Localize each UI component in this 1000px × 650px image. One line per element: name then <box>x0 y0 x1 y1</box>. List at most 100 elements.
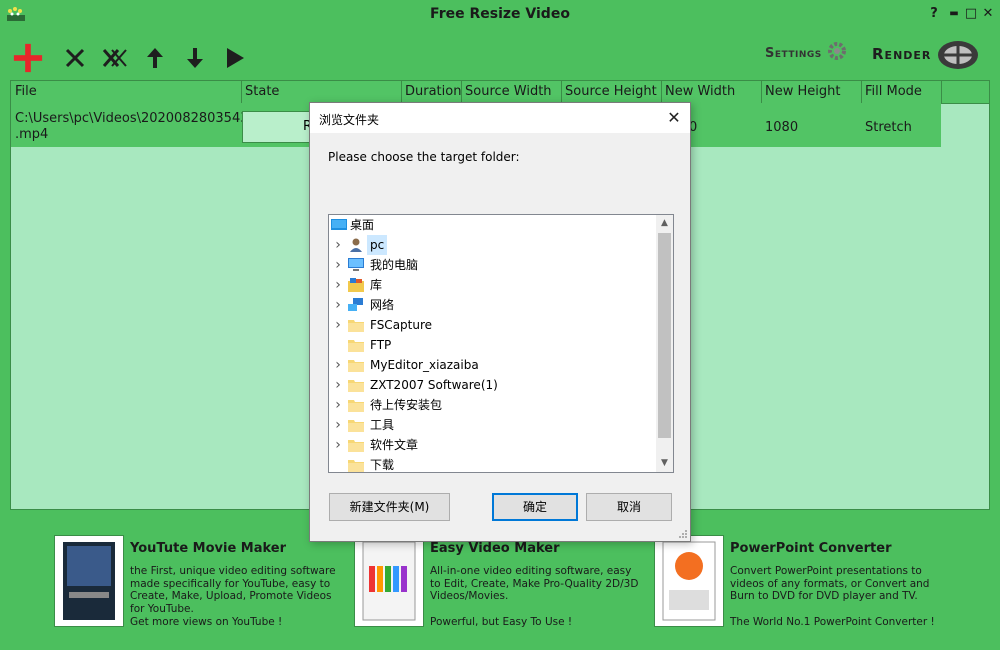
tree-item-label: 工具 <box>370 418 395 432</box>
double-x-icon <box>102 49 127 67</box>
remove-all-button[interactable] <box>99 42 131 74</box>
col-new-height[interactable]: New Height <box>765 84 840 99</box>
maximize-button[interactable]: □ <box>963 6 979 21</box>
tree-scrollbar[interactable]: ▲ ▼ <box>656 215 673 472</box>
dialog-title: 浏览文件夹 <box>319 113 380 127</box>
promo-desc: Convert PowerPoint presentations to vide… <box>730 565 930 603</box>
dialog-close-button[interactable]: ✕ <box>660 106 688 130</box>
play-icon <box>227 48 244 68</box>
folder-icon <box>348 318 364 332</box>
tree-item[interactable]: › MyEditor_xiazaiba <box>329 355 657 375</box>
tree-item[interactable]: 桌面 <box>329 215 657 235</box>
resize-grip-icon[interactable] <box>678 529 688 539</box>
play-button[interactable] <box>219 42 251 74</box>
scroll-up-icon[interactable]: ▲ <box>656 215 673 232</box>
new-height-value: 1080 <box>765 120 799 135</box>
chevron-right-icon[interactable]: › <box>333 435 343 455</box>
tree-item[interactable]: › 软件文章 <box>329 435 657 455</box>
scroll-down-icon[interactable]: ▼ <box>656 455 673 472</box>
tree-item-label: ZXT2007 Software(1) <box>370 378 498 392</box>
tree-item[interactable]: › pc <box>329 235 657 255</box>
settings-button[interactable]: Settings <box>765 46 822 61</box>
folder-icon <box>348 438 364 452</box>
tree-item-label: 下载 <box>370 458 395 472</box>
chevron-right-icon[interactable]: › <box>333 295 343 315</box>
col-source-height[interactable]: Source Height <box>565 84 657 99</box>
tree-item-label: 桌面 <box>350 218 375 232</box>
col-file[interactable]: File <box>15 84 37 99</box>
col-source-width[interactable]: Source Width <box>465 84 552 99</box>
promo-desc: the First, unique video editing software… <box>130 565 336 615</box>
scrollbar-thumb[interactable] <box>658 233 671 438</box>
tree-item[interactable]: › 工具 <box>329 415 657 435</box>
col-new-width[interactable]: New Width <box>665 84 735 99</box>
user-icon <box>348 238 364 252</box>
chevron-right-icon[interactable]: › <box>333 355 343 375</box>
tree-item-label: pc <box>367 235 388 255</box>
plus-icon <box>13 43 43 73</box>
tree-item-label: FTP <box>370 338 392 352</box>
cancel-button[interactable]: 取消 <box>586 493 672 521</box>
remove-button[interactable] <box>59 42 91 74</box>
chevron-right-icon[interactable]: › <box>333 255 343 275</box>
promo-youtube-movie-maker[interactable]: YouTute Movie Maker the First, unique vi… <box>54 535 344 630</box>
tree-item-label: 软件文章 <box>370 438 419 452</box>
promo-title[interactable]: PowerPoint Converter <box>730 541 891 556</box>
folder-icon <box>348 378 364 392</box>
promo-powerpoint-converter[interactable]: PowerPoint Converter Convert PowerPoint … <box>654 535 944 630</box>
promo-footer: The World No.1 PowerPoint Converter ! <box>730 616 935 628</box>
product-box-image <box>54 535 124 627</box>
tree-item[interactable]: 下载 <box>329 455 657 472</box>
tree-item-label: 待上传安装包 <box>370 398 443 412</box>
tree-item[interactable]: › 待上传安装包 <box>329 395 657 415</box>
file-ext: .mp4 <box>15 127 49 142</box>
x-icon <box>65 48 85 68</box>
tree-item-label: 我的电脑 <box>370 258 419 272</box>
desktop-icon <box>331 218 347 232</box>
chevron-right-icon[interactable]: › <box>333 275 343 295</box>
help-button[interactable]: ? <box>926 6 942 21</box>
folder-icon <box>348 358 364 372</box>
folder-icon <box>348 458 364 472</box>
folder-icon <box>348 338 364 352</box>
promo-desc: All-in-one video editing software, easy … <box>430 565 639 603</box>
promo-title[interactable]: YouTute Movie Maker <box>130 541 286 556</box>
add-file-button[interactable] <box>12 42 44 74</box>
render-button[interactable]: Render <box>868 38 980 72</box>
chevron-right-icon[interactable]: › <box>333 315 343 335</box>
promo-easy-video-maker[interactable]: Easy Video Maker All-in-one video editin… <box>354 535 644 630</box>
promo-footer: Powerful, but Easy To Use ! <box>430 616 573 628</box>
col-fill-mode[interactable]: Fill Mode <box>865 84 922 99</box>
tree-item[interactable]: › 我的电脑 <box>329 255 657 275</box>
chevron-right-icon[interactable]: › <box>333 375 343 395</box>
tree-item[interactable]: › FSCapture <box>329 315 657 335</box>
library-icon <box>348 278 364 292</box>
move-up-button[interactable] <box>139 42 171 74</box>
close-button[interactable]: ✕ <box>980 6 996 21</box>
file-path: C:\Users\pc\Videos\20200828035438 <box>15 111 257 126</box>
folder-icon <box>348 398 364 412</box>
tree-item-label: 网络 <box>370 298 395 312</box>
tree-item-label: MyEditor_xiazaiba <box>370 358 479 372</box>
ok-button[interactable]: 确定 <box>492 493 578 521</box>
tree-item[interactable]: FTP <box>329 335 657 355</box>
dialog-titlebar: 浏览文件夹 ✕ <box>310 103 690 133</box>
minimize-button[interactable]: ▬ <box>946 8 962 19</box>
promo-footer: Get more views on YouTube ! <box>130 616 283 628</box>
product-box-image <box>654 535 724 627</box>
tree-item[interactable]: › 网络 <box>329 295 657 315</box>
tree-item-label: FSCapture <box>370 318 433 332</box>
col-duration[interactable]: Duration <box>405 84 461 99</box>
tree-item[interactable]: › ZXT2007 Software(1) <box>329 375 657 395</box>
grid-header: File State Duration Source Width Source … <box>11 81 989 104</box>
promo-title[interactable]: Easy Video Maker <box>430 541 560 556</box>
move-down-button[interactable] <box>179 42 211 74</box>
gear-icon <box>828 42 846 60</box>
chevron-right-icon[interactable]: › <box>333 235 343 255</box>
chevron-right-icon[interactable]: › <box>333 395 343 415</box>
new-folder-button[interactable]: 新建文件夹(M) <box>329 493 450 521</box>
col-state[interactable]: State <box>245 84 279 99</box>
tree-item[interactable]: › 库 <box>329 275 657 295</box>
chevron-right-icon[interactable]: › <box>333 415 343 435</box>
folder-tree[interactable]: 下载 › 软件文章 › 工具 › 待上传安装包 › ZXT2007 Software(1) › My… <box>328 214 674 473</box>
